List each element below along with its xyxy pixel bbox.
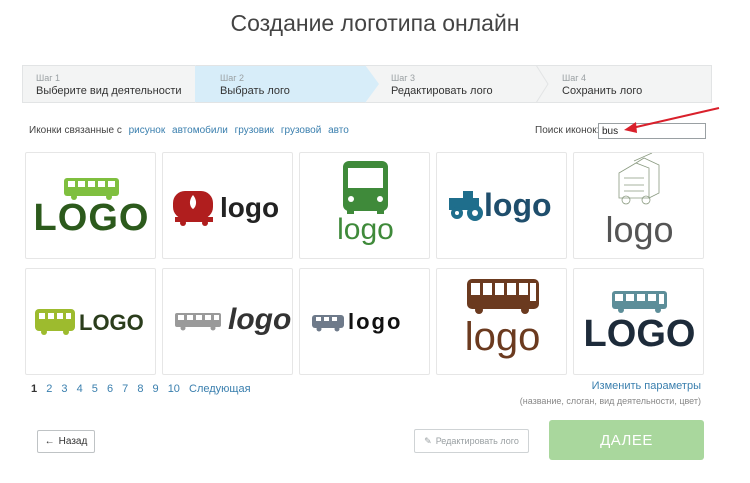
related-label: Иконки связанные с xyxy=(29,125,122,136)
step-4-label: Сохранить лого xyxy=(562,85,643,97)
back-button-label: Назад xyxy=(58,436,88,447)
logo-card-3[interactable]: logo xyxy=(299,152,430,259)
step-3[interactable]: Шаг 3 Редактировать лого xyxy=(379,66,549,102)
logo-text: logo xyxy=(605,209,674,250)
steps-wizard: Шаг 1 Выберите вид деятельности Шаг 2 Вы… xyxy=(22,65,712,103)
search-label: Поиск иконок: xyxy=(535,125,600,136)
tag-link[interactable]: грузовик xyxy=(235,125,274,136)
logo-card-8[interactable]: logo xyxy=(299,268,430,375)
logo-card-1[interactable]: LOGO xyxy=(25,152,156,259)
step-1-number: Шаг 1 xyxy=(36,73,61,83)
change-params-link[interactable]: Изменить параметры xyxy=(592,380,701,392)
logo-text: LOGO xyxy=(33,197,150,239)
logo-text: logo xyxy=(348,309,403,334)
logo-card-6[interactable]: LOGO xyxy=(25,268,156,375)
step-2-number: Шаг 2 xyxy=(220,73,245,83)
page-link[interactable]: 7 xyxy=(122,383,128,395)
pencil-icon: ✎ xyxy=(424,435,432,446)
back-button[interactable]: ← Назад xyxy=(37,430,95,453)
tag-link[interactable]: авто xyxy=(328,125,349,136)
page-link[interactable]: 8 xyxy=(137,383,143,395)
logo-text: logo xyxy=(484,187,552,223)
step-4-number: Шаг 4 xyxy=(562,73,587,83)
logo-card-9[interactable]: logo xyxy=(436,268,567,375)
logo-text: LOGO xyxy=(583,313,696,355)
step-4[interactable]: Шаг 4 Сохранить лого xyxy=(550,66,710,102)
page-link[interactable]: 4 xyxy=(77,383,83,395)
step-1[interactable]: Шаг 1 Выберите вид деятельности xyxy=(23,66,195,102)
page-link[interactable]: 1 xyxy=(31,383,37,395)
logo-text: LOGO xyxy=(79,310,144,335)
step-separator-active xyxy=(365,65,379,103)
page-link[interactable]: 10 xyxy=(168,383,180,395)
tag-link[interactable]: автомобили xyxy=(172,125,228,136)
step-3-number: Шаг 3 xyxy=(391,73,416,83)
tag-link[interactable]: грузовой xyxy=(281,125,321,136)
page-link[interactable]: 3 xyxy=(61,383,67,395)
next-button[interactable]: ДАЛЕЕ xyxy=(549,420,704,460)
logo-card-7[interactable]: logo xyxy=(162,268,293,375)
step-3-label: Редактировать лого xyxy=(391,85,493,97)
related-tags: Иконки связанные с рисунок автомобили гр… xyxy=(29,125,349,136)
logo-card-2[interactable]: logo xyxy=(162,152,293,259)
logo-card-5[interactable]: logo xyxy=(573,152,704,259)
page-link[interactable]: 2 xyxy=(46,383,52,395)
logo-text: logo xyxy=(220,192,280,223)
logo-text: logo xyxy=(337,213,394,246)
page-link[interactable]: 5 xyxy=(92,383,98,395)
logo-card-10[interactable]: LOGO xyxy=(573,268,704,375)
step-2-label: Выбрать лого xyxy=(220,85,290,97)
pagination: 1 2 3 4 5 6 7 8 9 10 Следующая xyxy=(31,383,257,395)
edit-logo-button[interactable]: ✎ Редактировать лого xyxy=(414,429,529,453)
step-1-label: Выберите вид деятельности xyxy=(36,85,182,97)
logo-text: logo xyxy=(464,315,541,359)
edit-logo-button-label: Редактировать лого xyxy=(435,436,519,446)
page-link[interactable]: 9 xyxy=(153,383,159,395)
next-page-link[interactable]: Следующая xyxy=(189,383,251,395)
step-2[interactable]: Шаг 2 Выбрать лого xyxy=(195,66,365,102)
arrow-left-icon: ← xyxy=(44,436,55,447)
page-link[interactable]: 6 xyxy=(107,383,113,395)
logo-text: logo xyxy=(228,303,292,336)
tag-link[interactable]: рисунок xyxy=(129,125,166,136)
change-params-hint: (название, слоган, вид деятельности, цве… xyxy=(519,396,701,406)
page-title: Создание логотипа онлайн xyxy=(230,10,520,36)
logo-card-4[interactable]: logo xyxy=(436,152,567,259)
search-input[interactable] xyxy=(598,123,706,139)
